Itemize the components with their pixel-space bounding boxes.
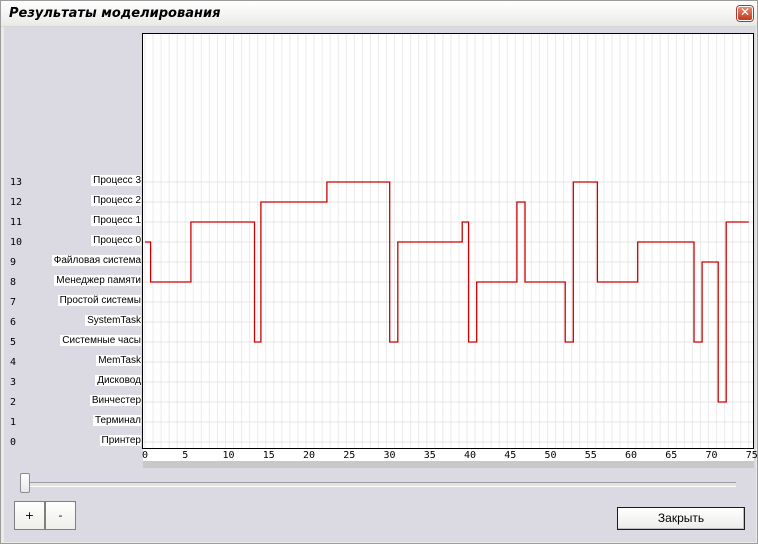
row-number: 8 [10, 277, 17, 288]
row-number: 3 [10, 377, 17, 388]
timeline-chart [143, 34, 753, 448]
row-number: 13 [10, 177, 23, 188]
x-tick-label: 55 [584, 450, 597, 461]
row-number: 6 [10, 317, 17, 328]
window-close-button[interactable]: ✕ [737, 5, 753, 21]
row-number: 9 [10, 257, 17, 268]
x-axis-label-band [143, 449, 754, 461]
time-slider-track[interactable] [20, 482, 736, 487]
x-tick-label: 15 [262, 450, 275, 461]
process-timeline-series [145, 181, 749, 403]
row-label: Системные часы [60, 335, 141, 346]
close-icon: ✕ [739, 5, 751, 19]
row-number: 7 [10, 297, 17, 308]
x-tick-label: 40 [464, 450, 477, 461]
row-label: SystemTask [85, 315, 141, 326]
zoom-in-button[interactable]: + [14, 501, 45, 530]
row-label: Процесс 2 [91, 195, 141, 206]
x-tick-label: 10 [222, 450, 235, 461]
x-tick-label: 45 [504, 450, 517, 461]
x-tick-label: 25 [343, 450, 356, 461]
row-label: Менеджер памяти [54, 275, 141, 286]
row-label: Винчестер [89, 395, 141, 406]
row-number: 12 [10, 197, 23, 208]
row-label: Принтер [99, 435, 141, 446]
row-number: 10 [10, 237, 23, 248]
x-tick-label: 75 [745, 450, 758, 461]
row-label: MemTask [96, 355, 141, 366]
x-tick-label: 65 [665, 450, 678, 461]
close-button[interactable]: Закрыть [617, 507, 745, 530]
x-tick-label: 50 [544, 450, 557, 461]
row-label: Процесс 0 [91, 235, 141, 246]
x-tick-label: 0 [142, 450, 149, 461]
x-tick-label: 70 [705, 450, 718, 461]
row-number: 5 [10, 337, 17, 348]
time-slider-thumb[interactable] [20, 473, 30, 493]
row-label: Терминал [92, 415, 141, 426]
window-title: Результаты моделирования [9, 6, 221, 21]
row-number: 11 [10, 217, 23, 228]
row-label: Дисковод [95, 375, 141, 386]
row-number: 4 [10, 357, 17, 368]
title-bar[interactable]: Результаты моделирования ✕ [1, 1, 757, 27]
row-label: Процесс 1 [91, 215, 141, 226]
x-tick-label: 30 [383, 450, 396, 461]
plot-area [142, 33, 754, 449]
row-label: Процесс 3 [91, 175, 141, 186]
row-number: 1 [10, 417, 17, 428]
row-number: 2 [10, 397, 17, 408]
x-tick-label: 20 [303, 450, 316, 461]
row-label: Простой системы [57, 295, 141, 306]
x-tick-label: 5 [182, 450, 189, 461]
x-tick-label: 35 [423, 450, 436, 461]
zoom-out-button[interactable]: - [45, 501, 76, 530]
x-tick-label: 60 [625, 450, 638, 461]
row-label: Файловая система [51, 255, 141, 266]
row-number: 0 [10, 437, 17, 448]
